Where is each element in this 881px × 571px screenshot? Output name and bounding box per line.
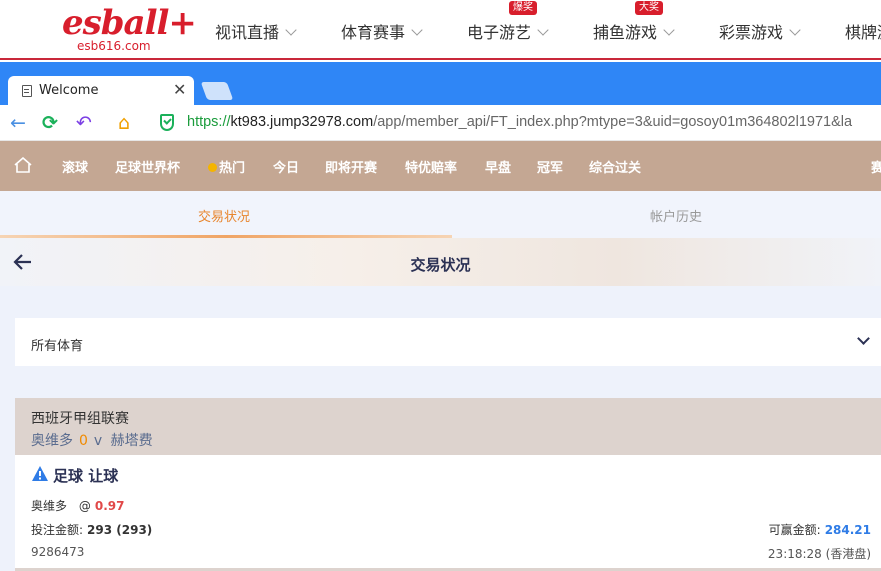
stake-value: 293 (293) <box>87 523 153 537</box>
home-icon[interactable] <box>14 157 32 173</box>
nav-label: 棋牌游 <box>845 23 881 42</box>
league-name: 西班牙甲组联赛 <box>31 411 129 427</box>
nav-fishing[interactable]: 捕鱼游戏 大奖 <box>593 1 675 42</box>
new-tab-button[interactable] <box>200 82 234 100</box>
chevron-down-icon <box>663 24 675 36</box>
home-team: 奥维多 <box>31 433 73 449</box>
site-nav: esball+ esb616.com 视讯直播 体育赛事 电子游艺 爆奖 捕鱼游… <box>0 0 881 60</box>
at-symbol: @ <box>78 499 91 513</box>
browser-tab[interactable]: Welcome ✕ <box>8 76 194 105</box>
nav-slots[interactable]: 电子游艺 爆奖 <box>467 1 549 42</box>
nav-sports[interactable]: 体育赛事 <box>341 19 423 42</box>
bet-card-body: 足球 让球 奥维多 @0.97 投注金额: 293 (293) 可赢金额: 284.… <box>15 455 881 571</box>
menu-inplay[interactable]: 滚球 <box>62 157 88 176</box>
stake-amount: 投注金额: 293 (293) <box>31 521 152 538</box>
sport-menu: 滚球 足球世界杯 热门 今日 即将开赛 特优赔率 早盘 冠军 综合过关 赛 <box>0 141 881 191</box>
hot-badge: 爆奖 <box>509 1 538 15</box>
nav-live-casino[interactable]: 视讯直播 <box>215 19 297 42</box>
url-path: /app/member_api/FT_index.php?mtype=3&uid… <box>373 114 853 130</box>
tab-account-history[interactable]: 帐户历史 <box>650 206 702 225</box>
bet-selection: 奥维多 @0.97 <box>31 497 124 514</box>
url-field[interactable]: https://kt983.jump32978.com/app/member_a… <box>187 114 852 130</box>
pick-team: 奥维多 <box>31 499 68 513</box>
subtabs: 交易状况 帐户历史 <box>0 191 881 238</box>
chevron-down-icon <box>411 24 423 36</box>
odds: 0.97 <box>94 499 125 513</box>
vs-label: v <box>93 433 103 449</box>
nav-cards[interactable]: 棋牌游 <box>845 19 881 42</box>
menu-parlay[interactable]: 综合过关 <box>589 157 641 176</box>
sport-filter-select[interactable]: 所有体育 <box>15 318 881 366</box>
menu-more[interactable]: 赛 <box>871 157 881 176</box>
chevron-down-icon <box>285 24 297 36</box>
document-icon <box>22 85 32 97</box>
nav-label: 体育赛事 <box>341 23 406 42</box>
menu-early[interactable]: 早盘 <box>485 157 511 176</box>
nav-label: 彩票游戏 <box>719 23 784 42</box>
url-host: kt983.jump32978.com <box>230 114 374 130</box>
close-icon[interactable]: ✕ <box>173 80 186 99</box>
menu-hot-label: 热门 <box>219 161 246 176</box>
nav-lottery[interactable]: 彩票游戏 <box>719 19 801 42</box>
menu-today[interactable]: 今日 <box>273 157 299 176</box>
chevron-down-icon <box>537 24 549 36</box>
select-value: 所有体育 <box>31 339 84 354</box>
bet-type: 足球 让球 <box>53 467 119 485</box>
refresh-icon[interactable]: ⟳ <box>38 111 62 135</box>
score: 0 <box>79 433 88 449</box>
match-teams: 奥维多 0 v 赫塔费 <box>31 430 153 450</box>
menu-special-odds[interactable]: 特优赔率 <box>405 157 457 176</box>
bet-card-header: 西班牙甲组联赛 奥维多 0 v 赫塔费 <box>15 398 881 455</box>
browser-tabstrip: Welcome ✕ <box>0 62 881 105</box>
back-arrow-icon[interactable]: ← <box>6 111 30 135</box>
jackpot-badge: 大奖 <box>635 1 664 15</box>
menu-world-cup[interactable]: 足球世界杯 <box>115 157 180 176</box>
nav-label: 视讯直播 <box>215 23 280 42</box>
hot-dot-icon <box>208 163 217 172</box>
potential-win: 可赢金额: 284.21 <box>769 521 871 538</box>
warning-icon <box>32 466 48 481</box>
tab-title: Welcome <box>39 83 99 98</box>
nav-label: 电子游艺 <box>467 23 532 42</box>
stake-label: 投注金额: <box>31 523 84 537</box>
menu-upcoming[interactable]: 即将开赛 <box>325 157 377 176</box>
bet-time: 23:18:28 (香港盘) <box>767 547 871 561</box>
menu-outright[interactable]: 冠军 <box>537 157 563 176</box>
logo-text: esball+ <box>62 3 197 43</box>
menu-hot[interactable]: 热门 <box>208 157 245 176</box>
logo-domain: esb616.com <box>77 39 151 53</box>
page-header: 交易状况 <box>0 238 881 286</box>
win-label: 可赢金额: <box>768 523 821 537</box>
security-shield-icon[interactable] <box>160 114 174 131</box>
ticket-id: 9286473 <box>31 545 85 559</box>
chevron-down-icon <box>789 24 801 36</box>
tab-transactions[interactable]: 交易状况 <box>198 206 250 225</box>
page-title: 交易状况 <box>410 256 471 274</box>
address-bar: ← ⟳ ↶ ⌂ https://kt983.jump32978.com/app/… <box>0 105 881 141</box>
chevron-down-icon <box>857 332 870 345</box>
home-icon[interactable]: ⌂ <box>112 111 136 135</box>
away-team: 赫塔费 <box>110 433 153 449</box>
url-protocol: https:// <box>187 114 231 130</box>
nav-label: 捕鱼游戏 <box>593 23 658 42</box>
win-value: 284.21 <box>824 523 871 537</box>
undo-icon[interactable]: ↶ <box>72 111 96 135</box>
esball-logo[interactable]: esball+ esb616.com <box>62 4 197 56</box>
